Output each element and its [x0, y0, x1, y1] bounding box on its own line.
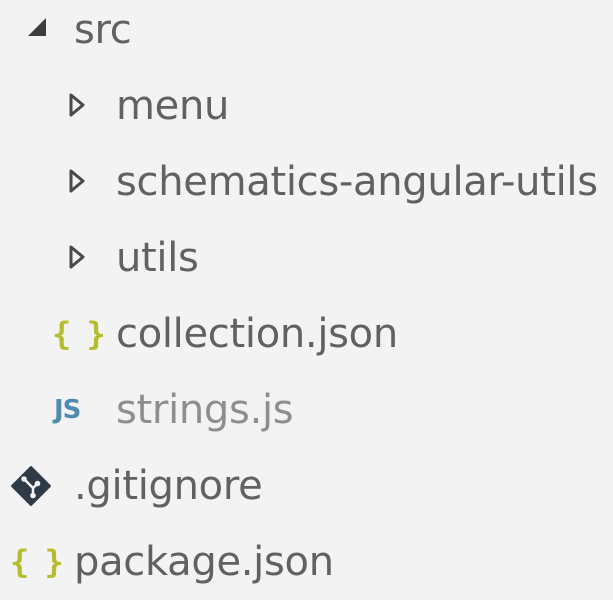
json-braces-icon: { }: [52, 315, 106, 353]
json-braces-icon: { }: [10, 543, 64, 581]
tree-item-package-json-file[interactable]: { } package.json: [0, 524, 613, 600]
tree-item-label: .gitignore: [74, 463, 263, 509]
tree-item-label: schematics-angular-utils: [116, 159, 598, 205]
tree-item-schematics-angular-utils-folder[interactable]: schematics-angular-utils: [0, 144, 613, 220]
tree-item-label: collection.json: [116, 311, 398, 357]
javascript-file-icon: JS: [54, 395, 81, 425]
tree-item-src-folder[interactable]: src: [0, 0, 613, 68]
caret-collapsed-icon[interactable]: [68, 244, 86, 270]
tree-item-label: package.json: [74, 539, 334, 585]
tree-item-menu-folder[interactable]: menu: [0, 68, 613, 144]
tree-item-strings-js-file[interactable]: JS strings.js: [0, 372, 613, 448]
caret-collapsed-icon[interactable]: [68, 92, 86, 118]
tree-item-label: src: [74, 7, 132, 53]
tree-item-label: menu: [116, 83, 230, 129]
tree-item-utils-folder[interactable]: utils: [0, 220, 613, 296]
tree-item-label: utils: [116, 235, 199, 281]
tree-item-label: strings.js: [116, 387, 294, 433]
tree-item-collection-json-file[interactable]: { } collection.json: [0, 296, 613, 372]
file-explorer-tree: src menu schematics-angular-utils utils …: [0, 0, 613, 595]
tree-item-gitignore-file[interactable]: .gitignore: [0, 448, 613, 524]
caret-collapsed-icon[interactable]: [68, 168, 86, 194]
git-diamond-icon: [11, 466, 51, 506]
caret-expanded-icon[interactable]: [26, 16, 48, 38]
